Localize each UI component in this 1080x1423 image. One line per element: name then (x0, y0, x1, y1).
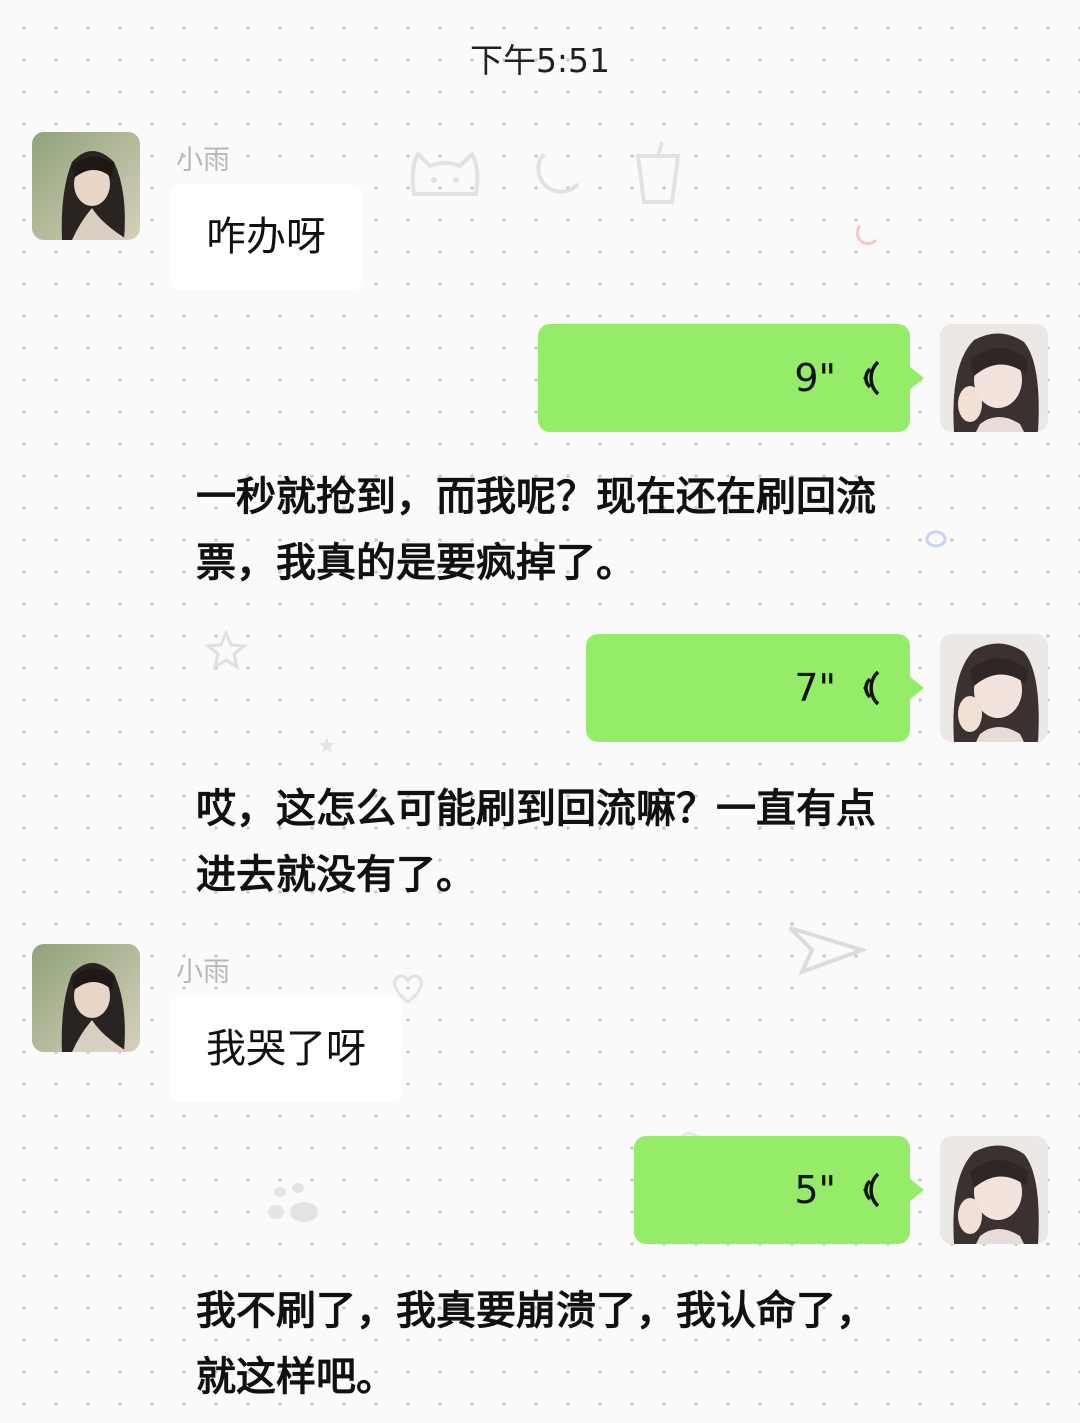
sender-name: 小雨 (176, 145, 230, 176)
message-timestamp: 下午5:51 (469, 41, 611, 80)
contact-avatar[interactable] (32, 944, 140, 1052)
moon-doodle-icon (536, 152, 580, 194)
message-text: 我哭了呀 (206, 1026, 366, 1072)
caption-text: 我不刷了，我真要崩溃了，我认命了，就这样吧。 (196, 1288, 876, 1400)
caption-text: 哎，这怎么可能刷到回流嘛？一直有点进去就没有了。 (196, 786, 876, 898)
my-avatar[interactable] (940, 324, 1048, 432)
voice-duration: 5" (794, 1168, 836, 1212)
voice-duration: 9" (794, 356, 836, 400)
voice-duration: 7" (794, 666, 836, 710)
voice-message-bubble[interactable]: 7" (586, 634, 924, 742)
voice-message-bubble[interactable]: 9" (538, 324, 924, 432)
voice-wave-icon (863, 1172, 880, 1208)
voice-wave-icon (863, 360, 880, 396)
voice-message-bubble[interactable]: 5" (634, 1136, 924, 1244)
paw-doodle-icon (268, 1183, 318, 1222)
small-moon-doodle-icon (855, 225, 878, 246)
paper-plane-doodle-icon (788, 926, 866, 976)
my-avatar[interactable] (940, 634, 1048, 742)
caption-text: 一秒就抢到，而我呢？现在还在刷回流票，我真的是要疯掉了。 (196, 474, 876, 586)
star-doodle-icon (204, 630, 248, 670)
cup-doodle-icon (635, 141, 681, 204)
incoming-text-bubble[interactable]: 我哭了呀 (170, 996, 402, 1102)
incoming-text-bubble[interactable]: 咋办呀 (170, 184, 362, 290)
tiny-star-doodle-icon (319, 737, 335, 753)
ring-doodle-icon (925, 530, 947, 548)
voice-wave-icon (863, 670, 880, 706)
sender-name: 小雨 (176, 957, 230, 988)
message-text: 咋办呀 (206, 214, 326, 260)
contact-avatar[interactable] (32, 132, 140, 240)
cat-face-doodle-icon (410, 150, 480, 196)
my-avatar[interactable] (940, 1136, 1048, 1244)
